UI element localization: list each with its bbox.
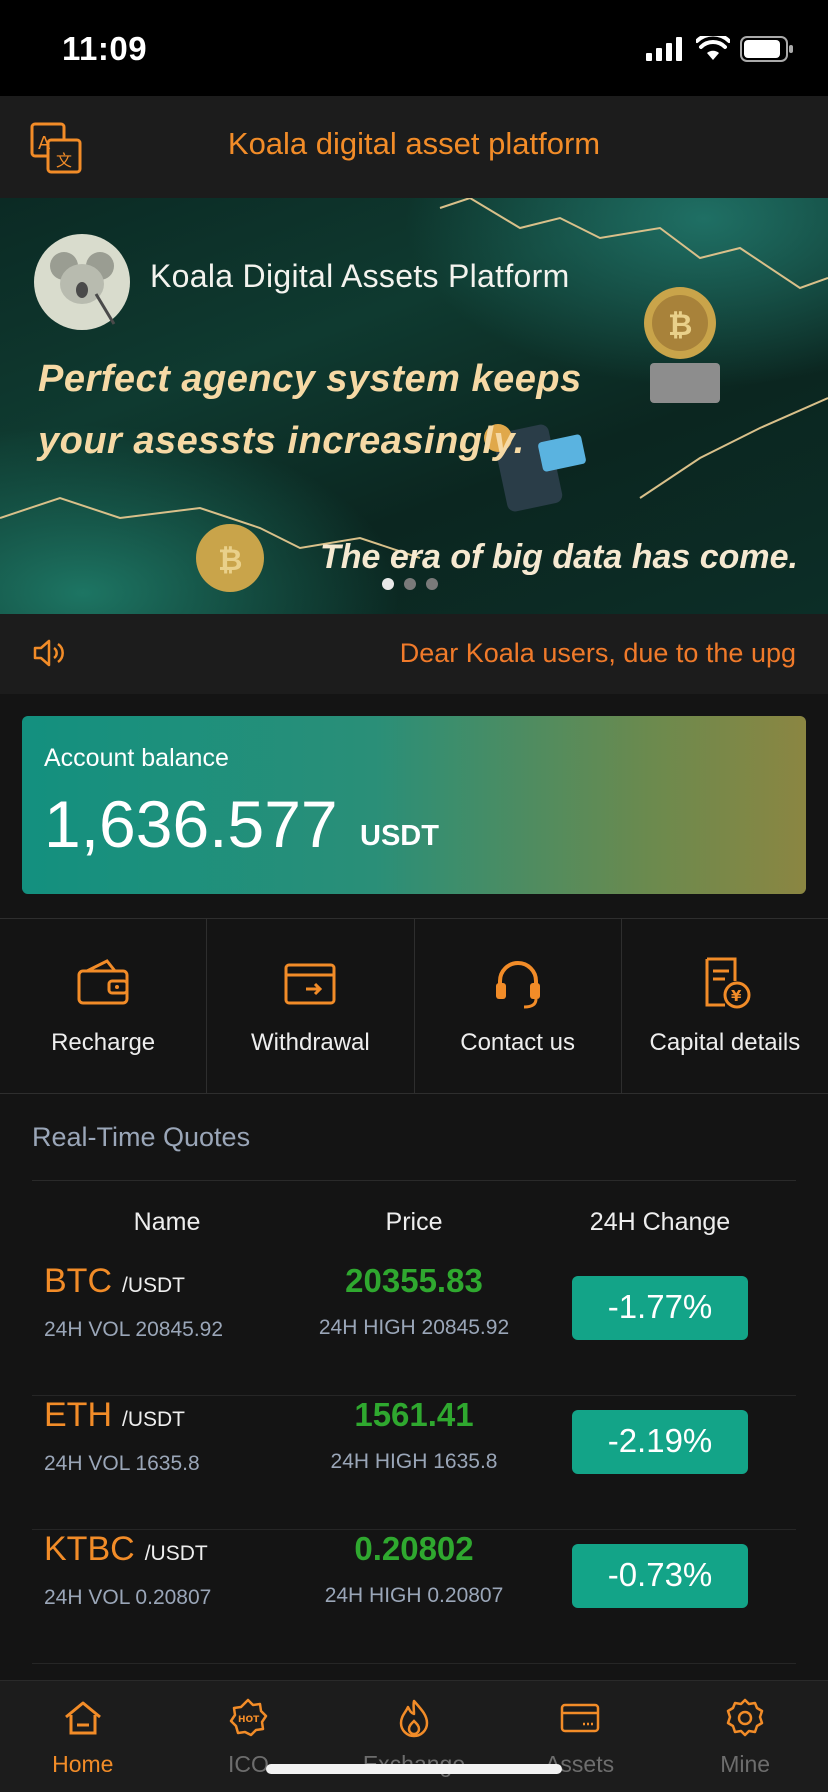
flame-icon <box>399 1699 429 1738</box>
balance-amount: 1,636.577 <box>44 787 338 861</box>
banner-brand: Koala Digital Assets Platform <box>150 258 570 294</box>
quote-row[interactable]: KTBC/USDT 24H VOL 0.20807 0.20802 24H HI… <box>32 1530 796 1664</box>
signal-icon <box>646 37 682 61</box>
battery-icon <box>740 36 793 62</box>
carousel-dot[interactable] <box>426 578 438 590</box>
bottom-tab-bar: Home HOT ICO Exchange Assets Mine <box>0 1680 828 1792</box>
symbol-name: KTBC <box>44 1530 135 1568</box>
status-time: 11:09 <box>62 30 148 67</box>
tab-mine[interactable]: Mine <box>662 1681 828 1792</box>
quote-change-badge[interactable]: -2.19% <box>572 1410 748 1474</box>
action-label: Withdrawal <box>251 1029 370 1056</box>
status-bar: 11:09 <box>0 0 828 96</box>
card-icon <box>560 1703 599 1733</box>
quote-price: 20355.83 <box>345 1262 483 1299</box>
quote-symbol: ETH/USDT <box>44 1396 185 1435</box>
column-header-price: Price <box>385 1208 443 1236</box>
notice-bar[interactable]: Dear Koala users, due to the upg <box>0 614 828 694</box>
action-label: Recharge <box>51 1029 156 1056</box>
withdrawal-button[interactable]: Withdrawal <box>206 919 413 1093</box>
quote-symbol: BTC/USDT <box>44 1262 185 1301</box>
quote-price: 1561.41 <box>354 1396 474 1433</box>
quote-volume: 24H VOL 0.20807 <box>44 1586 212 1609</box>
carousel-dots[interactable] <box>382 578 438 590</box>
tab-label: Home <box>52 1751 114 1777</box>
balance-card: Account balance 1,636.577 USDT <box>22 716 806 894</box>
quote-symbol: KTBC/USDT <box>44 1530 208 1569</box>
divider <box>32 1180 796 1181</box>
svg-text:HOT: HOT <box>238 1715 260 1725</box>
home-icon <box>64 1701 101 1735</box>
quote-currency: /USDT <box>122 1408 185 1431</box>
section-title: Real-Time Quotes <box>32 1122 251 1152</box>
banner-tagline: The era of big data has come. <box>319 538 798 576</box>
balance-label: Account balance <box>44 744 229 772</box>
action-label: Contact us <box>460 1029 575 1056</box>
column-header-name: Name <box>133 1208 201 1236</box>
status-icons <box>646 36 794 62</box>
hot-icon: HOT <box>230 1698 268 1737</box>
banner-headline-2: your asessts increasingly. <box>38 420 525 462</box>
carousel-dot[interactable] <box>382 578 394 590</box>
page-title: Koala digital asset platform <box>227 126 601 161</box>
app-header: A 文 Koala digital asset platform <box>0 96 828 198</box>
quote-change-badge[interactable]: -1.77% <box>572 1276 748 1340</box>
quote-price: 0.20802 <box>354 1530 474 1567</box>
action-label: Capital details <box>649 1029 801 1056</box>
carousel-dot[interactable] <box>404 578 416 590</box>
svg-text:₿: ₿ <box>218 543 242 578</box>
quote-row[interactable]: BTC/USDT 24H VOL 20845.92 20355.83 24H H… <box>32 1262 796 1396</box>
quote-currency: /USDT <box>144 1542 208 1565</box>
quote-high: 24H HIGH 1635.8 <box>330 1450 498 1473</box>
speaker-icon <box>33 639 64 667</box>
capital-details-button[interactable]: ¥ Capital details <box>620 919 828 1093</box>
tab-assets[interactable]: Assets <box>497 1681 663 1792</box>
banner-headline-1: Perfect agency system keeps <box>38 358 582 400</box>
tab-label: Mine <box>720 1751 771 1777</box>
notice-text: Dear Koala users, due to the upg <box>399 638 796 668</box>
tab-exchange[interactable]: Exchange <box>331 1681 497 1792</box>
quick-actions: Recharge Withdrawal Contact us ¥ Capital… <box>0 918 828 1094</box>
home-indicator[interactable] <box>266 1764 562 1774</box>
quote-high: 24H HIGH 20845.92 <box>318 1316 510 1339</box>
quote-high: 24H HIGH 0.20807 <box>324 1584 504 1607</box>
tab-home[interactable]: Home <box>0 1681 166 1792</box>
document-yen-icon: ¥ <box>705 957 751 1009</box>
svg-text:¥: ¥ <box>731 987 742 1005</box>
column-header-change: 24H Change <box>589 1208 731 1236</box>
tab-ico[interactable]: HOT ICO <box>166 1681 332 1792</box>
symbol-name: BTC <box>44 1262 112 1300</box>
gear-icon <box>726 1698 764 1737</box>
symbol-name: ETH <box>44 1396 112 1434</box>
withdraw-icon <box>284 963 336 1005</box>
balance-unit: USDT <box>360 820 439 852</box>
quote-change-badge[interactable]: -0.73% <box>572 1544 748 1608</box>
quote-row[interactable]: ETH/USDT 24H VOL 1635.8 1561.41 24H HIGH… <box>32 1396 796 1530</box>
divider <box>32 1663 796 1664</box>
quote-currency: /USDT <box>122 1274 185 1297</box>
svg-text:₿: ₿ <box>668 308 692 343</box>
contact-us-button[interactable]: Contact us <box>413 919 621 1093</box>
quote-volume: 24H VOL 1635.8 <box>44 1452 200 1475</box>
koala-logo <box>34 234 130 330</box>
wifi-icon <box>696 36 730 60</box>
promo-banner[interactable]: ₿ ₿ Koala Digital Assets Platform Perfec… <box>0 198 828 614</box>
quote-volume: 24H VOL 20845.92 <box>44 1318 224 1341</box>
wallet-icon <box>77 959 129 1005</box>
recharge-button[interactable]: Recharge <box>0 919 206 1093</box>
headset-icon <box>495 961 540 1009</box>
